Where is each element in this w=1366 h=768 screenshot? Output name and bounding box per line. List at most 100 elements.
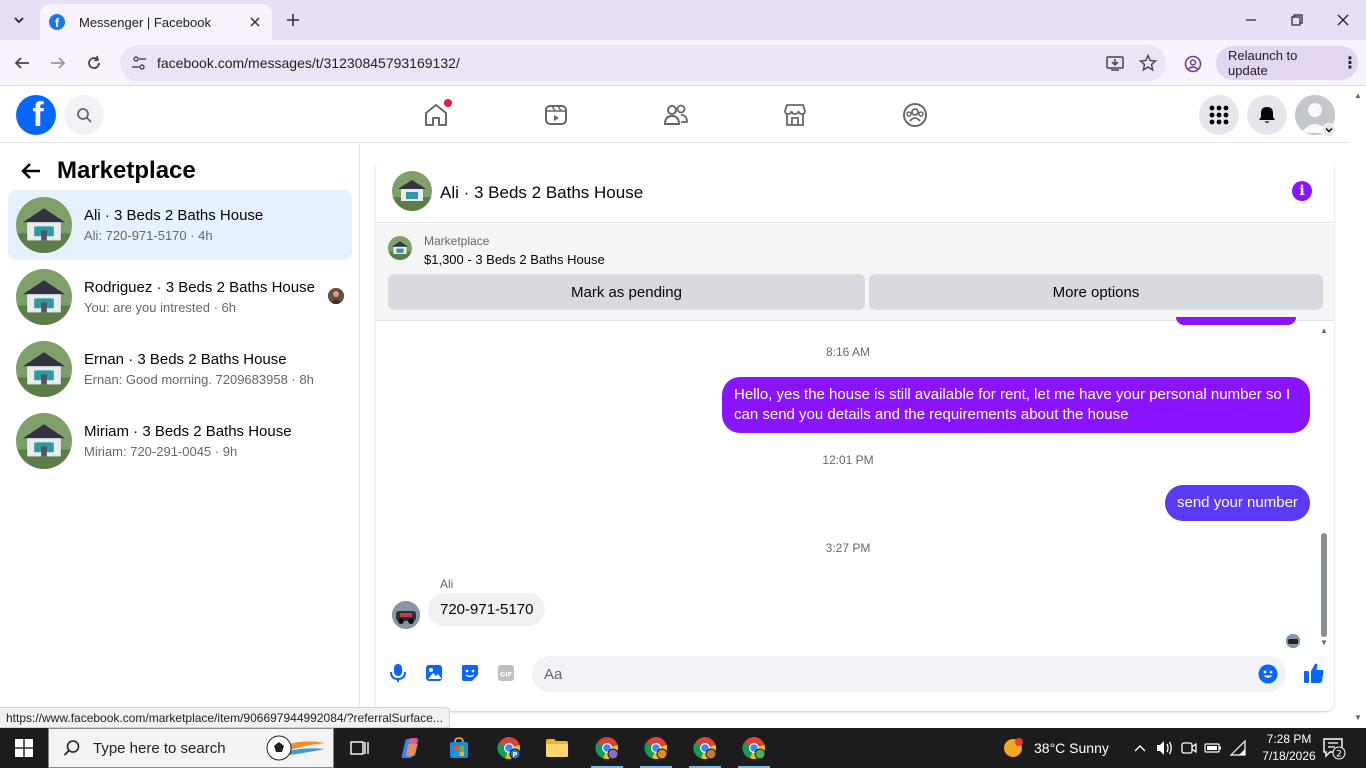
chrome-window-4-button[interactable] — [730, 728, 778, 768]
scroll-up-arrow-icon[interactable]: ▲ — [1319, 327, 1329, 335]
copilot-button[interactable] — [386, 728, 434, 768]
voice-clip-button[interactable] — [388, 663, 408, 683]
conversation-snippet: Miriam: 720-291-0045 · 9h — [84, 444, 238, 459]
outgoing-message[interactable]: send your number — [1165, 485, 1310, 521]
notifications-button[interactable] — [1247, 95, 1287, 135]
new-tab-button[interactable] — [282, 9, 304, 31]
site-info-icon[interactable] — [130, 54, 148, 72]
menu-button[interactable] — [1199, 95, 1239, 135]
listing-thumbnail[interactable] — [388, 236, 412, 260]
incoming-message[interactable]: 720-971-5170 — [428, 593, 546, 626]
conversation-item[interactable]: Miriam · 3 Beds 2 Baths House Miriam: 720… — [8, 406, 352, 476]
microphone-icon — [390, 664, 406, 682]
house-photo-icon — [16, 341, 72, 397]
chrome-profile-button[interactable] — [1180, 51, 1206, 77]
conversation-item[interactable]: Rodriguez · 3 Beds 2 Baths House You: are… — [8, 262, 352, 332]
account-chevron-icon[interactable] — [1322, 123, 1336, 137]
chat-listing-thumbnail[interactable] — [392, 171, 432, 211]
relaunch-to-update-button[interactable]: Relaunch to update ⋮ — [1216, 46, 1358, 80]
marketplace-sidebar: Marketplace Ali · 3 Beds 2 Baths House Al… — [0, 144, 360, 728]
gif-button[interactable]: GIF — [496, 663, 516, 683]
show-hidden-icons-button[interactable] — [1130, 728, 1150, 768]
message-timestamp: 8:16 AM — [825, 345, 871, 359]
weather-widget[interactable]: 38°C Sunny — [1002, 728, 1109, 768]
network-button[interactable] — [1226, 728, 1250, 768]
volume-button[interactable] — [1154, 728, 1176, 768]
more-options-button[interactable]: More options — [869, 274, 1323, 310]
facebook-search-button[interactable] — [64, 95, 104, 135]
start-button[interactable] — [0, 728, 48, 768]
forward-button[interactable] — [45, 50, 71, 76]
browser-tab[interactable]: f Messenger | Facebook — [40, 4, 272, 40]
browser-toolbar: facebook.com/messages/t/3123084579316913… — [0, 40, 1366, 86]
message-input[interactable]: Aa — [532, 656, 1286, 692]
chat-scrollbar-thumb[interactable] — [1321, 533, 1327, 637]
install-app-button[interactable] — [1100, 48, 1130, 78]
sticker-button[interactable] — [460, 663, 480, 683]
scroll-down-arrow-icon[interactable]: ▼ — [1319, 639, 1329, 647]
message-timestamp: 3:27 PM — [825, 541, 871, 555]
attach-media-button[interactable] — [424, 663, 444, 683]
plus-icon — [287, 14, 299, 26]
emoji-button[interactable] — [1258, 664, 1278, 684]
page-scroll-down-icon[interactable]: ▼ — [1353, 713, 1363, 722]
back-arrow-button[interactable] — [18, 158, 44, 184]
chat-title[interactable]: Ali · 3 Beds 2 Baths House — [440, 183, 643, 203]
chrome-window-2-button[interactable] — [632, 728, 680, 768]
house-photo-icon — [16, 413, 72, 469]
notification-center-button[interactable]: 2 — [1322, 736, 1346, 760]
microsoft-store-button[interactable] — [435, 728, 483, 768]
chrome-icon — [742, 737, 766, 760]
taskbar-search-box[interactable]: Type here to search — [48, 728, 334, 768]
conversation-name: Ali · 3 Beds 2 Baths House — [84, 207, 264, 224]
back-button[interactable] — [9, 50, 35, 76]
conversation-item[interactable]: Ernan · 3 Beds 2 Baths House Ernan: Good … — [8, 334, 352, 404]
facebook-logo-icon[interactable]: f — [16, 95, 56, 135]
conversation-item[interactable]: Ali · 3 Beds 2 Baths House Ali: 720-971-5… — [8, 190, 352, 260]
tab-search-button[interactable] — [6, 8, 32, 32]
outgoing-message[interactable]: Hello, yes the house is still available … — [722, 377, 1310, 433]
page-scroll-up-icon[interactable]: ▲ — [1353, 91, 1363, 100]
image-icon — [426, 665, 442, 681]
chevron-up-icon — [1134, 745, 1146, 752]
message-thread[interactable]: 8:16 AM Hello, yes the house is still av… — [376, 317, 1334, 651]
chrome-profile-p-button[interactable]: P — [485, 728, 533, 768]
like-send-button[interactable] — [1302, 661, 1326, 685]
nav-home-button[interactable] — [418, 97, 454, 133]
task-view-button[interactable] — [336, 728, 384, 768]
tab-close-button[interactable] — [246, 13, 264, 31]
more-vert-icon: ⋮ — [1342, 55, 1358, 72]
battery-button[interactable] — [1202, 728, 1224, 768]
conversation-snippet: Ernan: Good morning. 7209683958 · 8h — [84, 372, 314, 387]
sender-avatar[interactable] — [392, 601, 420, 629]
mark-as-pending-button[interactable]: Mark as pending — [388, 274, 865, 310]
page-scrollbar[interactable]: ▲ ▼ — [1350, 87, 1366, 728]
house-photo-icon — [16, 269, 72, 325]
close-icon — [250, 17, 260, 27]
chrome-window-3-button[interactable] — [681, 728, 729, 768]
chrome-window-1-button[interactable] — [583, 728, 631, 768]
nav-marketplace-button[interactable] — [777, 97, 813, 133]
address-bar[interactable]: facebook.com/messages/t/3123084579316913… — [120, 45, 1166, 81]
minimize-button[interactable] — [1228, 0, 1274, 40]
nav-video-button[interactable] — [538, 97, 574, 133]
close-icon — [1337, 14, 1349, 26]
meet-now-button[interactable] — [1178, 728, 1200, 768]
camera-icon — [1181, 742, 1197, 754]
bookmark-button[interactable] — [1133, 48, 1163, 78]
reload-button[interactable] — [81, 50, 107, 76]
nav-groups-button[interactable] — [897, 97, 933, 133]
restore-button[interactable] — [1274, 0, 1320, 40]
windows-taskbar: Type here to search P 38°C Sunny 7:28 PM… — [0, 728, 1366, 768]
chat-header: Ali · 3 Beds 2 Baths House i — [376, 159, 1334, 223]
conversation-thumbnail — [16, 413, 72, 469]
weather-text: 38°C Sunny — [1034, 740, 1109, 756]
close-window-button[interactable] — [1320, 0, 1366, 40]
file-explorer-button[interactable] — [533, 728, 581, 768]
chat-scrollbar[interactable]: ▲ ▼ — [1318, 327, 1330, 647]
listing-price-title[interactable]: $1,300 - 3 Beds 2 Baths House — [424, 252, 605, 267]
taskbar-clock[interactable]: 7:28 PM 7/18/2026 — [1254, 731, 1324, 765]
nav-friends-button[interactable] — [658, 97, 694, 133]
info-icon[interactable]: i — [1292, 181, 1312, 201]
task-view-icon — [350, 741, 369, 755]
